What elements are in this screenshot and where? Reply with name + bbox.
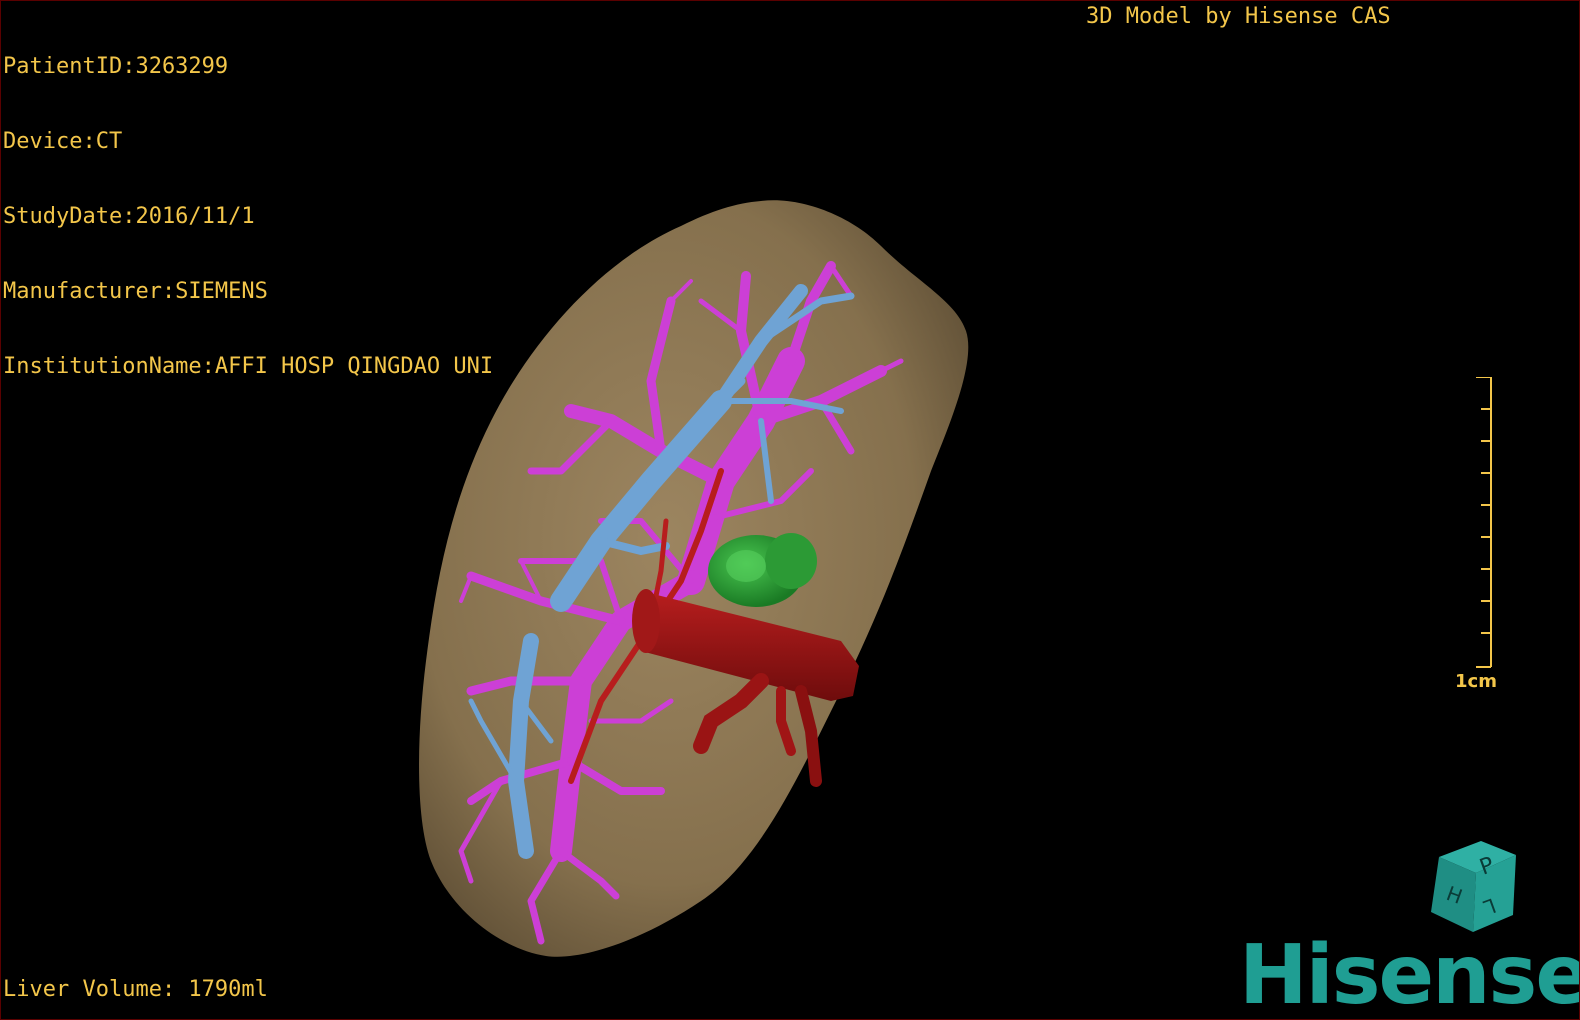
liver-volume-text: Liver Volume: 1790ml (3, 977, 268, 1002)
patient-id-text: PatientID:3263299 (3, 54, 229, 79)
device-text: Device:CT (3, 129, 123, 154)
orientation-cube-icon[interactable]: P H L (1421, 837, 1521, 937)
study-date-text: StudyDate:2016/11/1 (3, 204, 255, 229)
patient-info-overlay: PatientID:3263299 Device:CT StudyDate:20… (3, 4, 493, 429)
manufacturer-text: Manufacturer:SIEMENS (3, 279, 268, 304)
institution-text: InstitutionName:AFFI HOSP QINGDAO UNI (3, 354, 494, 379)
model-credit-text: 3D Model by Hisense CAS (1086, 4, 1391, 29)
hisense-logo: Hisense (1239, 928, 1580, 1020)
scale-bar (1476, 377, 1492, 668)
3d-viewport[interactable]: PatientID:3263299 Device:CT StudyDate:20… (0, 0, 1580, 1020)
scale-label: 1cm (1455, 671, 1497, 692)
